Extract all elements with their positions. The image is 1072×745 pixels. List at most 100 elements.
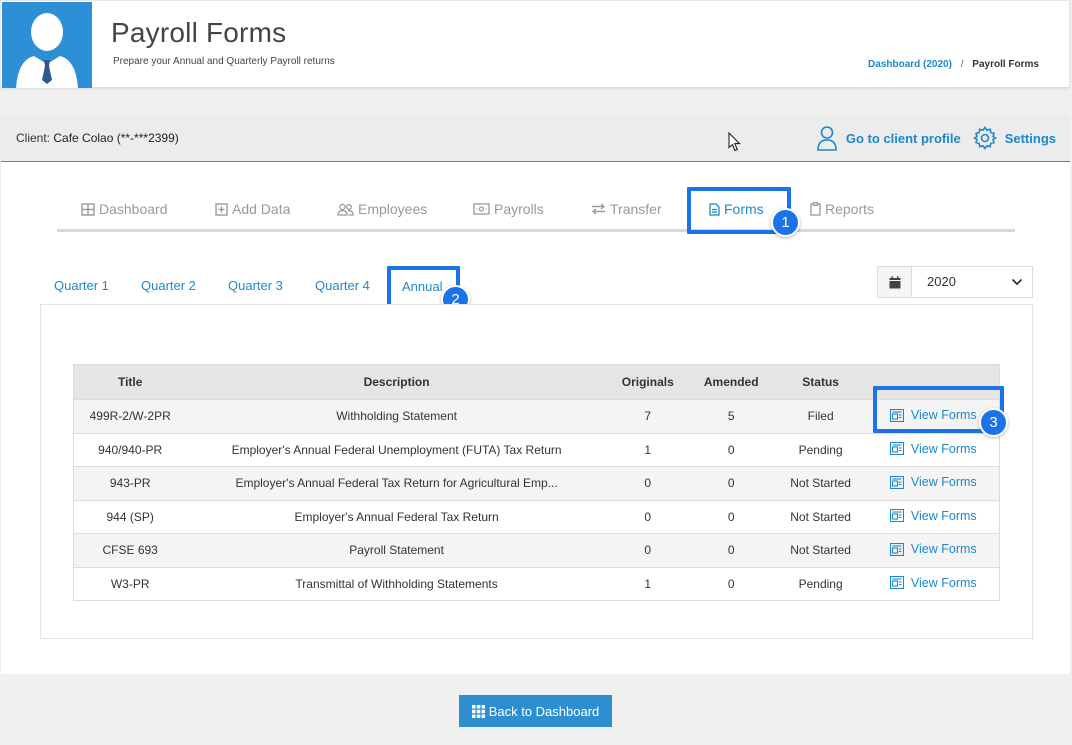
page-title: Payroll Forms [111,17,287,48]
chevron-down-icon [1002,267,1032,297]
table-row: CFSE 693 Payroll Statement 0 0 Not Started Vi… [73,533,1000,567]
nav-employees-label: Employees [358,201,428,217]
cell-amended: 0 [688,499,774,534]
nav-dashboard-label: Dashboard [99,201,168,217]
form-icon [889,542,904,556]
form-icon [889,442,904,455]
client-bar: Client: Cafe Colao (**-***2399) Go to cl… [1,114,1070,162]
view-forms-link[interactable]: View Forms [889,542,977,556]
cell-description: Employer's Annual Federal Tax Return for… [186,466,607,500]
form-icon [889,475,904,489]
nav-add-data-label: Add Data [232,201,291,217]
table-row: 944 (SP) Employer's Annual Federal Tax Re… [73,499,1000,534]
cell-title: 944 (SP) [73,499,187,534]
tab-quarter-1[interactable]: Quarter 1 [54,278,109,293]
table-row: W3-PR Transmittal of Withholding Statemen… [73,566,1000,601]
forms-table: Title Description Originals Amended Stat… [73,364,1000,601]
year-select-value: 2020 [927,274,956,289]
tab-quarter-3[interactable]: Quarter 3 [228,278,283,293]
settings-label: Settings [1004,130,1056,146]
view-forms-label: View Forms [910,475,977,489]
breadcrumb-dashboard-link[interactable]: Dashboard (2020) [868,59,952,70]
cell-amended: 0 [688,432,774,467]
year-select[interactable]: 2020 [877,266,1033,298]
cell-status: Not Started [773,499,868,534]
cell-status: Pending [773,432,868,467]
client-actions: Go to client profile Settings [804,125,1056,151]
nav-reports-label: Reports [825,201,875,217]
table-row: 499R-2/W-2PR Withholding Statement 7 5 Filed… [73,399,1000,433]
view-forms-link[interactable]: View Forms [889,475,977,489]
cell-action: View Forms [867,432,1000,467]
view-forms-label: View Forms [910,441,977,456]
callout-badge-3: 3 [979,408,1008,437]
cell-description: Employer's Annual Federal Tax Return [186,499,607,534]
cell-originals: 1 [606,566,689,601]
cell-description: Payroll Statement [186,533,607,567]
cell-status: Filed [773,399,868,433]
tab-quarter-2[interactable]: Quarter 2 [141,278,196,293]
cell-originals: 0 [606,499,689,534]
cell-action: View Forms [867,566,1000,601]
view-forms-label: View Forms [910,575,977,590]
nav-add-data[interactable]: Add Data [215,201,290,217]
cell-action: View Forms [867,533,1000,567]
tab-quarter-4[interactable]: Quarter 4 [315,278,370,293]
column-header-amended: Amended [688,364,774,400]
page-subtitle: Prepare your Annual and Quarterly Payrol… [113,56,335,67]
cell-action: View Forms [867,466,1000,500]
cell-amended: 0 [688,566,774,601]
view-forms-label: View Forms [910,508,977,523]
cell-title: CFSE 693 [73,533,187,567]
nav-dashboard[interactable]: Dashboard [81,201,168,217]
user-avatar [2,2,92,88]
back-to-dashboard-button[interactable]: Back to Dashboard [459,695,612,727]
table-row: 940/940-PR Employer's Annual Federal Unem… [73,432,1000,467]
settings-link[interactable]: Settings [972,126,1056,150]
nav-employees[interactable]: Employees [337,201,427,217]
view-forms-link[interactable]: View Forms [889,508,977,523]
go-to-client-profile-label: Go to client profile [845,130,961,146]
cell-title: 943-PR [73,466,187,500]
table-header-row: Title Description Originals Amended Stat… [73,364,1000,400]
nav-transfer[interactable]: Transfer [591,201,662,217]
cell-amended: 5 [688,399,774,433]
nav-transfer-label: Transfer [610,201,662,217]
page-header: Payroll Forms Prepare your Annual and Qu… [0,0,1070,88]
cell-originals: 0 [606,466,689,500]
cell-status: Not Started [773,533,868,567]
client-name: Cafe Colao (**-***2399) [53,131,179,145]
cell-amended: 0 [688,466,774,500]
cell-originals: 7 [606,399,689,433]
cell-description: Transmittal of Withholding Statements [186,566,607,601]
user-icon [817,126,837,151]
nav-payrolls[interactable]: Payrolls [473,201,544,217]
cell-amended: 0 [688,533,774,567]
breadcrumb-current: Payroll Forms [972,59,1039,70]
column-header-status: Status [773,364,868,400]
column-header-title: Title [73,364,187,400]
column-header-description: Description [186,364,607,400]
cell-description: Employer's Annual Federal Unemployment (… [186,432,607,467]
nav-payrolls-label: Payrolls [494,201,544,217]
form-icon [889,509,904,522]
table-row: 943-PR Employer's Annual Federal Tax Retu… [73,466,1000,500]
forms-panel: Title Description Originals Amended Stat… [40,304,1033,639]
callout-badge-1: 1 [771,208,800,237]
mouse-cursor-icon [728,132,741,152]
cell-originals: 0 [606,533,689,567]
client-label: Client: [16,131,51,145]
grid-icon [471,704,485,718]
cell-description: Withholding Statement [186,399,607,433]
nav-reports[interactable]: Reports [810,201,874,217]
cell-originals: 1 [606,432,689,467]
cell-title: 499R-2/W-2PR [73,399,187,433]
go-to-client-profile-link[interactable]: Go to client profile [816,125,961,151]
view-forms-link[interactable]: View Forms [889,441,977,456]
view-forms-link[interactable]: View Forms [889,575,977,590]
cell-title: W3-PR [73,566,187,601]
cell-status: Not Started [773,466,868,500]
gear-icon [972,126,997,150]
column-header-originals: Originals [606,364,689,400]
breadcrumb-separator: / [960,59,964,70]
